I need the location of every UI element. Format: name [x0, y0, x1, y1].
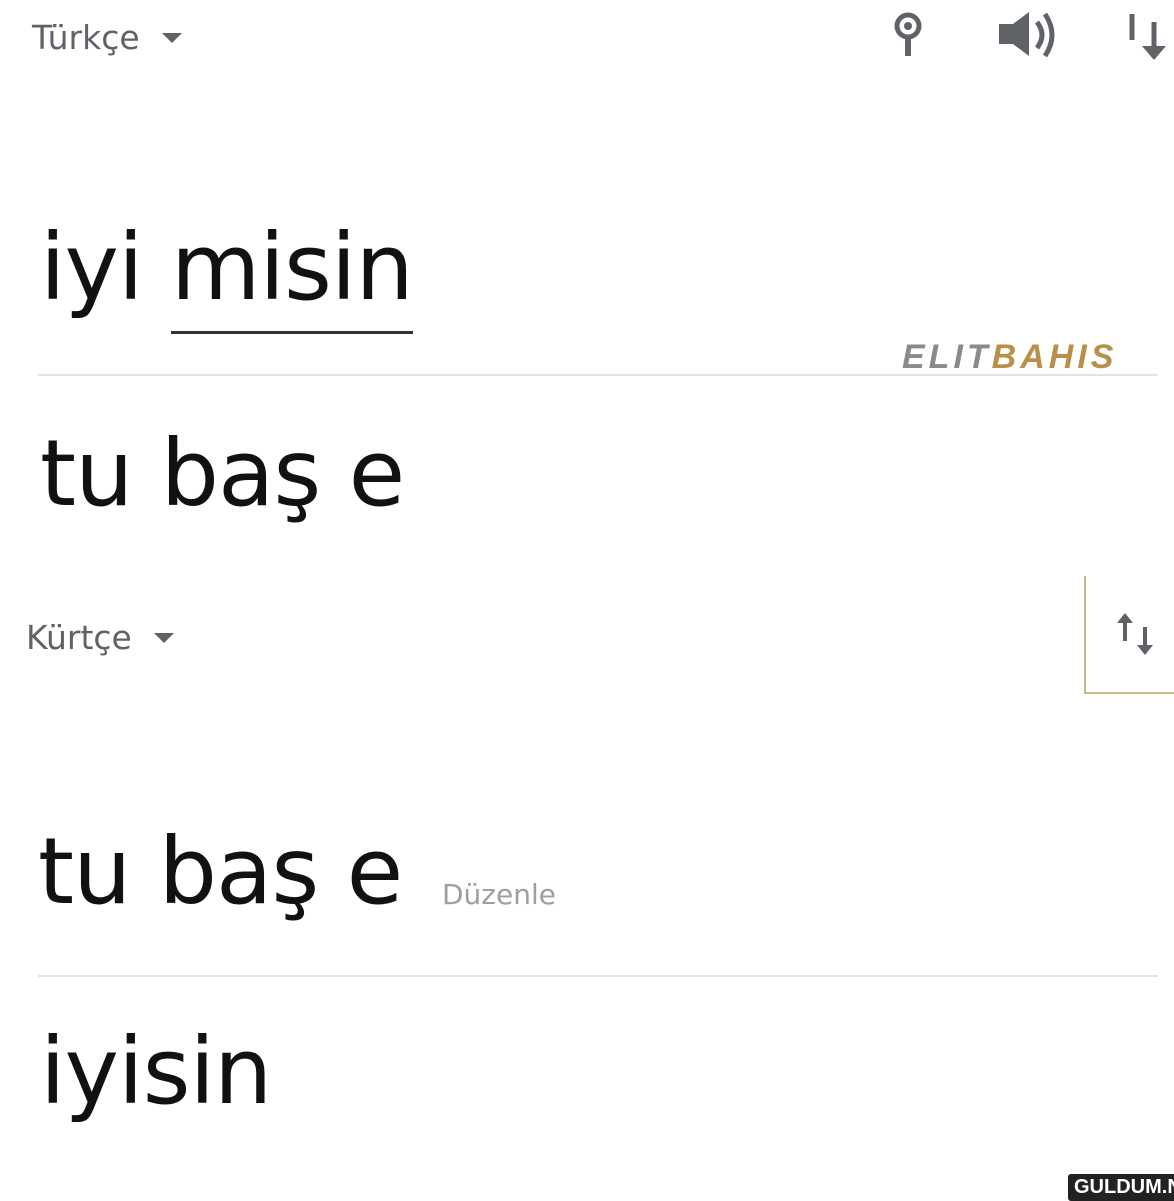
target-language-selector[interactable]: Kürtçe: [26, 618, 174, 657]
microphone-icon[interactable]: [888, 8, 928, 65]
edit-link[interactable]: Düzenle: [442, 878, 556, 911]
guldum-watermark: GULDUM.NET: [1068, 1174, 1174, 1201]
chevron-down-icon: [153, 632, 174, 643]
elitbahis-watermark: ELITBAHIS: [902, 338, 1118, 376]
source-translation-text: tu baş e: [40, 420, 405, 527]
source-input-text[interactable]: iyi misin: [40, 214, 414, 334]
chevron-down-icon: [161, 32, 182, 43]
source-text-underlined-word[interactable]: misin: [170, 214, 414, 334]
target-input-text[interactable]: tu baş e: [38, 826, 403, 918]
source-text-plain: iyi: [40, 214, 171, 321]
swap-arrows-icon: [1117, 613, 1153, 655]
target-translation-text: iyisin: [40, 1018, 272, 1125]
divider: [38, 975, 1158, 977]
divider: [38, 374, 1158, 376]
source-language-selector[interactable]: Türkçe: [32, 18, 182, 57]
speaker-icon[interactable]: [995, 10, 1059, 65]
swap-languages-button[interactable]: [1084, 576, 1174, 694]
swap-icon[interactable]: [1118, 10, 1172, 65]
target-language-label: Kürtçe: [26, 618, 132, 657]
source-language-label: Türkçe: [32, 18, 140, 57]
